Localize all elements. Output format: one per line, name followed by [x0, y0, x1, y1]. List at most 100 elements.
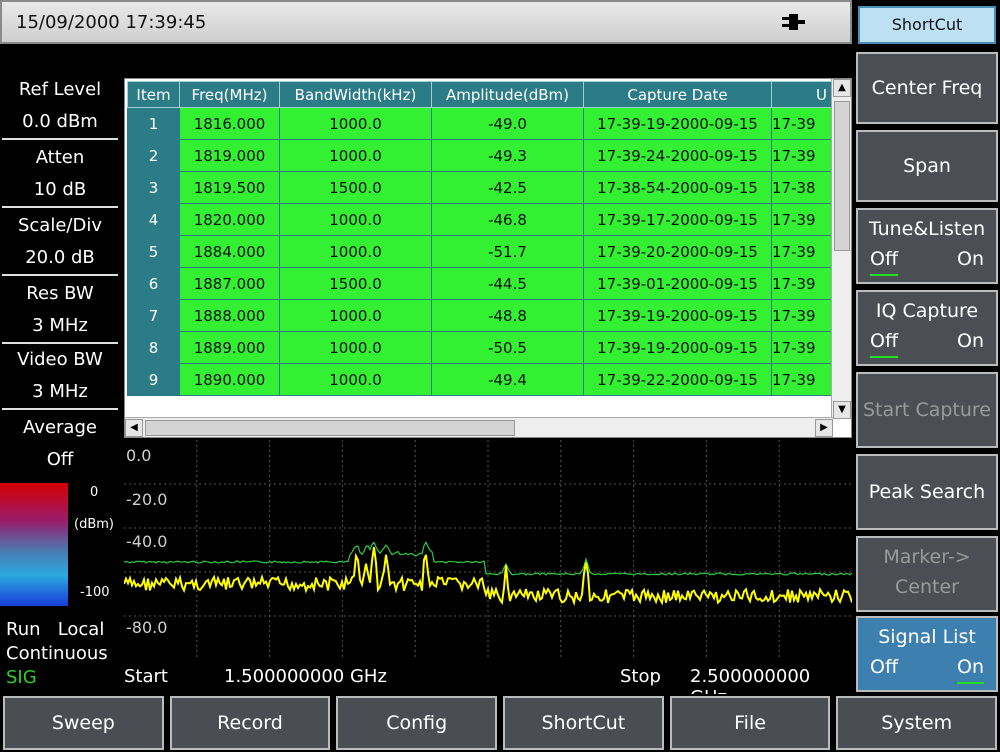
table-row[interactable]: 6 1887.000 1500.0 -44.5 17-39-01-2000-09-15 1… [127, 267, 832, 300]
start-capture-button[interactable]: Start Capture [856, 372, 998, 448]
color-gradient [0, 483, 68, 606]
power-plug-icon [782, 14, 805, 30]
scroll-down-icon[interactable]: ▼ [833, 401, 851, 419]
col-amplitude[interactable]: Amplitude(dBm) [431, 81, 584, 108]
scale-div-label: Scale/Div [17, 215, 102, 236]
capture-date-cell: 17-39-22-2000-09-15 [583, 363, 772, 396]
iq-capture-button[interactable]: IQ Capture Off On [856, 290, 998, 366]
iq-off-option: Off [870, 326, 899, 358]
signal-list-on-option: On [957, 652, 984, 684]
amplitude-cell: -46.8 [431, 203, 584, 236]
signal-list-button[interactable]: Signal List Off On [856, 616, 998, 692]
table-row[interactable]: 8 1889.000 1000.0 -50.5 17-39-19-2000-09-15 1… [127, 331, 832, 364]
system-button[interactable]: System [836, 696, 998, 750]
table-row[interactable]: 2 1819.000 1000.0 -49.3 17-39-24-2000-09-15 1… [127, 139, 832, 172]
y-tick-label: -80.0 [126, 618, 168, 637]
scale-div-box: Scale/Div 20.0 dB [2, 210, 118, 276]
atten-box: Atten 10 dB [2, 142, 118, 208]
bottom-menu: Sweep Record Config ShortCut File System [0, 694, 1000, 752]
color-scale-top: 0 [90, 485, 99, 500]
scroll-up-icon[interactable]: ▲ [833, 79, 851, 97]
iq-on-option: On [957, 330, 984, 352]
tune-listen-label: Tune&Listen [868, 218, 986, 240]
spectrum-plot [124, 440, 852, 660]
scroll-left-icon[interactable]: ◀ [125, 419, 143, 437]
capture-date-cell: 17-39-17-2000-09-15 [583, 203, 772, 236]
sweep-button[interactable]: Sweep [3, 696, 164, 750]
amplitude-cell: -42.5 [431, 171, 584, 204]
bandwidth-cell: 1000.0 [279, 235, 432, 268]
atten-value: 10 dB [33, 179, 87, 200]
horizontal-scroll-thumb[interactable] [145, 420, 515, 436]
peak-search-button[interactable]: Peak Search [856, 454, 998, 530]
table-row[interactable]: 4 1820.000 1000.0 -46.8 17-39-17-2000-09-15 1… [127, 203, 832, 236]
shortcut-title[interactable]: ShortCut [858, 6, 996, 44]
run-label: Run [6, 619, 41, 640]
table-row[interactable]: 7 1888.000 1000.0 -48.8 17-39-19-2000-09-15 1… [127, 299, 832, 332]
amplitude-cell: -48.8 [431, 299, 584, 332]
table-row[interactable]: 3 1819.500 1500.0 -42.5 17-38-54-2000-09-15 1… [127, 171, 832, 204]
y-tick-label: -20.0 [126, 490, 168, 509]
y-tick-label: -40.0 [126, 532, 168, 551]
u-cell: 17-39 [771, 363, 832, 396]
capture-date-cell: 17-39-20-2000-09-15 [583, 235, 772, 268]
center-freq-button[interactable]: Center Freq [856, 52, 998, 124]
table-row[interactable]: 9 1890.000 1000.0 -49.4 17-39-22-2000-09-15 1… [127, 363, 832, 396]
atten-label: Atten [35, 147, 85, 168]
config-button[interactable]: Config [336, 696, 498, 750]
bandwidth-cell: 1500.0 [279, 171, 432, 204]
frequency-range: Start 1.500000000 GHz Stop 2.500000000 G… [124, 664, 852, 708]
marker-center-button[interactable]: Marker-> Center [856, 536, 998, 612]
stop-label: Stop [620, 666, 661, 687]
signal-list-table: Item Freq(MHz) BandWidth(kHz) Amplitude(… [124, 78, 852, 438]
capture-date-cell: 17-39-19-2000-09-15 [583, 107, 772, 140]
average-box: Average Off [2, 412, 118, 476]
capture-date-cell: 17-39-24-2000-09-15 [583, 139, 772, 172]
y-tick-label: 0.0 [126, 446, 152, 465]
iq-capture-label: IQ Capture [875, 300, 979, 322]
tune-off-option: Off [870, 244, 899, 276]
col-freq[interactable]: Freq(MHz) [179, 81, 280, 108]
scale-div-value: 20.0 dB [25, 247, 95, 268]
col-capture-date[interactable]: Capture Date [583, 81, 772, 108]
softkey-menu: ShortCut Center Freq Span Tune&Listen Of… [852, 0, 1000, 694]
table-row[interactable]: 5 1884.000 1000.0 -51.7 17-39-20-2000-09-15 1… [127, 235, 832, 268]
col-item[interactable]: Item [127, 81, 180, 108]
item-cell: 2 [127, 139, 180, 172]
span-button[interactable]: Span [856, 130, 998, 202]
bandwidth-cell: 1500.0 [279, 267, 432, 300]
col-bandwidth[interactable]: BandWidth(kHz) [279, 81, 432, 108]
table-row[interactable]: 1 1816.000 1000.0 -49.0 17-39-19-2000-09-15 1… [127, 107, 832, 140]
scroll-right-icon[interactable]: ▶ [815, 419, 833, 437]
record-button[interactable]: Record [169, 696, 331, 750]
item-cell: 1 [127, 107, 180, 140]
bandwidth-cell: 1000.0 [279, 107, 432, 140]
bandwidth-cell: 1000.0 [279, 139, 432, 172]
vertical-scroll-thumb[interactable] [834, 101, 850, 251]
bandwidth-cell: 1000.0 [279, 203, 432, 236]
status-bar: 15/09/2000 17:39:45 [0, 0, 852, 44]
capture-date-cell: 17-39-19-2000-09-15 [583, 331, 772, 364]
freq-cell: 1887.000 [179, 267, 280, 300]
col-u[interactable]: U [771, 81, 832, 108]
horizontal-scrollbar[interactable]: ◀ ▶ [125, 417, 833, 437]
signal-list-off-option: Off [870, 656, 899, 678]
item-cell: 6 [127, 267, 180, 300]
shortcut-button[interactable]: ShortCut [503, 696, 664, 750]
file-button[interactable]: File [669, 696, 831, 750]
amplitude-cell: -49.4 [431, 363, 584, 396]
tune-listen-button[interactable]: Tune&Listen Off On [856, 208, 998, 284]
ref-level-label: Ref Level [18, 79, 102, 100]
res-bw-label: Res BW [26, 283, 94, 304]
start-label: Start [124, 666, 168, 687]
vertical-scrollbar[interactable]: ▲ ▼ [831, 79, 851, 419]
capture-date-cell: 17-39-01-2000-09-15 [583, 267, 772, 300]
amplitude-cell: -49.3 [431, 139, 584, 172]
u-cell: 17-39 [771, 267, 832, 300]
color-scale: 0 (dBm) -100 [0, 483, 118, 606]
marker-center-line1: Marker-> [883, 546, 971, 568]
bandwidth-cell: 1000.0 [279, 363, 432, 396]
spectrum-display: 0.0 -20.0 -40.0 -80.0 [124, 440, 852, 660]
u-cell: 17-39 [771, 203, 832, 236]
signal-list-label: Signal List [878, 626, 976, 648]
